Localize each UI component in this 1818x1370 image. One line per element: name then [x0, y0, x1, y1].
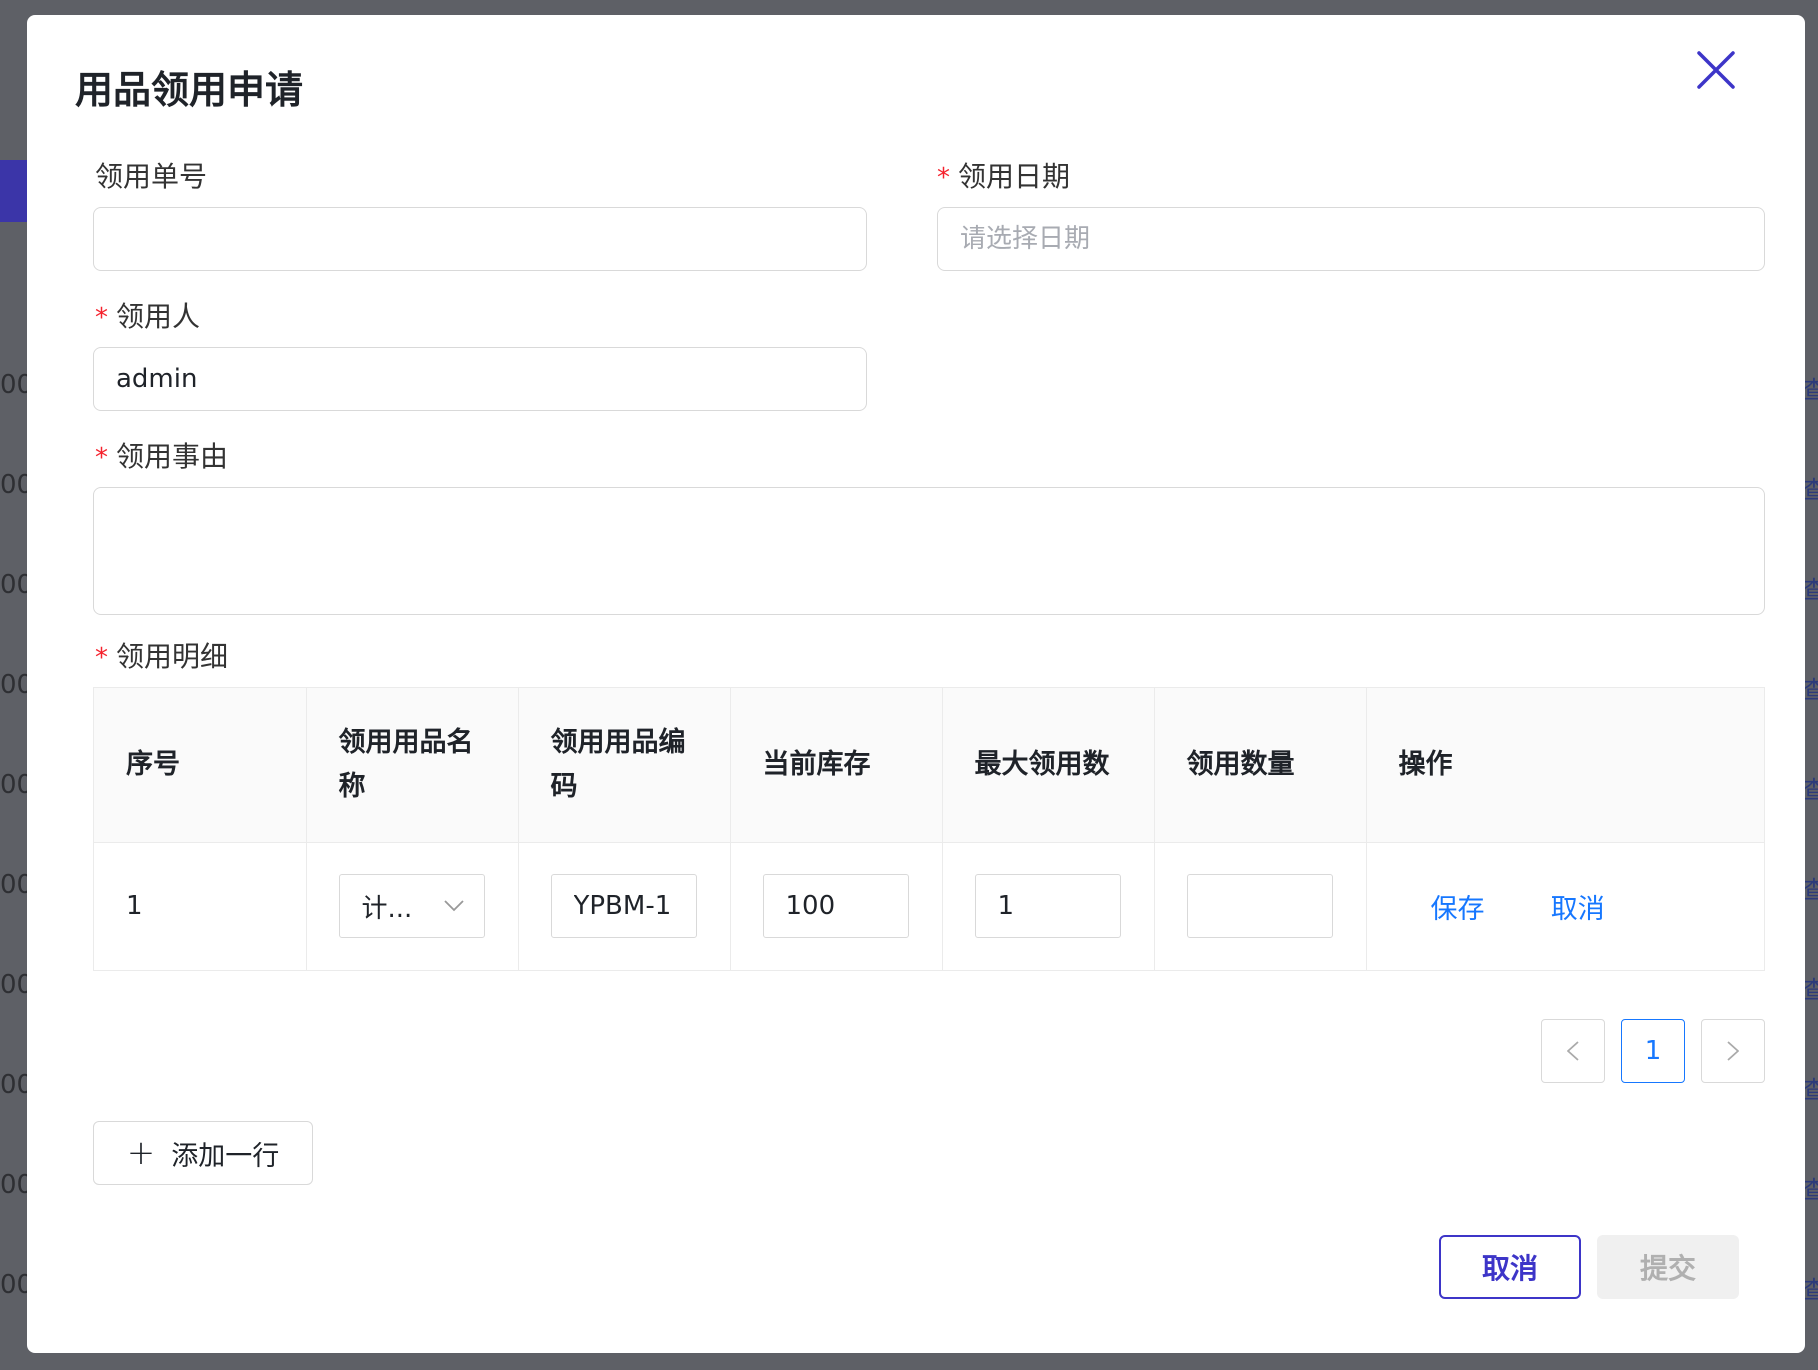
applicant-input[interactable] — [93, 347, 867, 411]
modal-title: 用品领用申请 — [75, 68, 304, 112]
reason-textarea[interactable] — [93, 487, 1765, 615]
column-header-max-qty: 最大领用数 — [942, 688, 1155, 843]
item-code-input[interactable] — [550, 874, 697, 939]
add-row-label: 添加一行 — [171, 1140, 280, 1172]
column-header-index: 序号 — [94, 688, 307, 843]
row-index: 1 — [94, 842, 307, 970]
add-row-button[interactable]: + 添加一行 — [93, 1121, 313, 1185]
save-row-link[interactable]: 保存 — [1431, 894, 1485, 925]
column-header-qty: 领用数量 — [1154, 688, 1367, 843]
required-mark: * — [95, 443, 108, 473]
pagination-next-button[interactable] — [1701, 1019, 1765, 1083]
item-name-select[interactable]: 计... — [338, 874, 485, 939]
submit-button[interactable]: 提交 — [1597, 1235, 1739, 1299]
background-cell: 00 — [0, 370, 34, 400]
max-qty-cell — [942, 842, 1155, 970]
details-table: 序号 领用用品名称 领用用品编码 当前库存 最大领用数 领用数量 操作 1 计.… — [93, 687, 1765, 971]
background-cell: 00 — [0, 870, 34, 900]
pagination-prev-button[interactable] — [1541, 1019, 1605, 1083]
order-no-label: 领用单号 — [95, 160, 208, 193]
chevron-down-icon — [443, 900, 464, 912]
required-mark: * — [937, 163, 950, 193]
background-cell: 00 — [0, 1270, 34, 1300]
column-header-item-name: 领用用品名称 — [306, 688, 519, 843]
column-header-item-code: 领用用品编码 — [518, 688, 731, 843]
stock-input[interactable] — [762, 874, 909, 939]
background-cell: 00 — [0, 770, 34, 800]
background-cell: 00 — [0, 1070, 34, 1100]
cancel-button[interactable]: 取消 — [1439, 1235, 1581, 1299]
details-label: * 领用明细 — [95, 640, 229, 673]
pagination-page-1[interactable]: 1 — [1621, 1019, 1685, 1083]
background-cell: 00 — [0, 470, 34, 500]
actions-cell: 保存 取消 — [1366, 842, 1764, 970]
table-row: 1 计... YPBM-1 100 1 保存 取消 — [94, 842, 1764, 970]
date-label: * 领用日期 — [937, 160, 1071, 193]
required-mark: * — [95, 303, 108, 333]
item-code-cell — [518, 842, 731, 970]
background-cell: 00 — [0, 670, 34, 700]
order-no-input[interactable] — [93, 207, 867, 271]
plus-icon: + — [126, 1133, 156, 1173]
stock-cell — [730, 842, 943, 970]
table-header-row: 序号 领用用品名称 领用用品编码 当前库存 最大领用数 领用数量 操作 — [94, 688, 1764, 843]
cancel-row-link[interactable]: 取消 — [1551, 894, 1605, 925]
reason-label: * 领用事由 — [95, 440, 229, 473]
chevron-right-icon — [1727, 1041, 1739, 1061]
date-picker-input[interactable] — [937, 207, 1765, 271]
applicant-label: * 领用人 — [95, 300, 201, 333]
background-sidebar-highlight — [0, 160, 28, 222]
item-name-value: 计... — [361, 893, 413, 924]
column-header-stock: 当前库存 — [730, 688, 943, 843]
max-qty-input[interactable] — [974, 874, 1121, 939]
close-icon — [1697, 51, 1735, 89]
item-name-cell: 计... — [306, 842, 519, 970]
background-cell: 00 — [0, 1170, 34, 1200]
requisition-modal: 用品领用申请 领用单号 *领用日期 *领用人 *领用事由 *领用明细 — [27, 15, 1805, 1353]
qty-input[interactable] — [1186, 874, 1333, 939]
background-cell: 00 — [0, 570, 34, 600]
qty-cell — [1154, 842, 1367, 970]
close-button[interactable] — [1689, 43, 1743, 97]
required-mark: * — [95, 643, 108, 673]
chevron-left-icon — [1567, 1041, 1579, 1061]
background-cell: 00 — [0, 970, 34, 1000]
column-header-actions: 操作 — [1366, 688, 1764, 843]
